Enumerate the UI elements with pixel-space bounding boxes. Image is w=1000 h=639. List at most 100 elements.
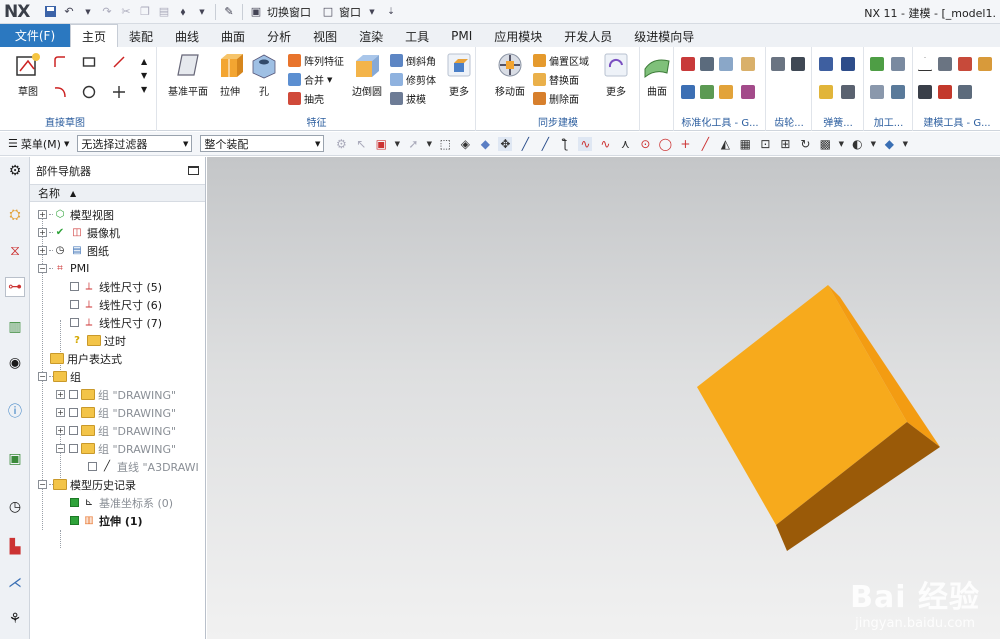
machining-tool-icon[interactable] bbox=[891, 57, 905, 71]
surface-button[interactable]: 曲面 bbox=[643, 51, 671, 98]
profile-icon[interactable] bbox=[53, 55, 67, 69]
collapse-icon[interactable]: − bbox=[38, 264, 47, 273]
tree-node-group-drawing[interactable]: − 组 "DRAWING" bbox=[56, 440, 176, 457]
cut-icon[interactable]: ✂ bbox=[118, 4, 134, 20]
tool-icon[interactable] bbox=[719, 57, 733, 71]
datum-plane-button[interactable]: 基准平面 bbox=[166, 51, 210, 98]
visibility-checkbox[interactable] bbox=[69, 390, 78, 399]
switch-window-icon[interactable]: ▣ bbox=[248, 4, 264, 20]
name-column-header[interactable]: 名称 ▲ bbox=[30, 184, 205, 202]
repeat-command-icon[interactable]: ⬧ bbox=[175, 4, 191, 20]
shell-button[interactable]: 抽壳 bbox=[288, 90, 324, 107]
modeling-tool-icon[interactable] bbox=[938, 57, 952, 71]
machining-tool-icon[interactable] bbox=[870, 85, 884, 99]
touch-mode-icon[interactable]: ✎ bbox=[221, 4, 237, 20]
visibility-checkbox[interactable] bbox=[88, 462, 97, 471]
unite-button[interactable]: 合并 ▼ bbox=[288, 71, 332, 88]
window-icon[interactable]: □ bbox=[320, 4, 336, 20]
tree-node-model-views[interactable]: + ⬡ 模型视图 bbox=[38, 206, 114, 223]
switch-window-button[interactable]: 切换窗口 bbox=[267, 4, 311, 20]
expand-icon[interactable]: + bbox=[56, 408, 65, 417]
pattern-feature-button[interactable]: 阵列特征 bbox=[288, 52, 344, 69]
visibility-checkbox[interactable] bbox=[70, 516, 79, 525]
tree-node-outdated[interactable]: ? 过时 bbox=[70, 332, 126, 349]
visibility-checkbox[interactable] bbox=[69, 444, 78, 453]
customize-icon[interactable]: ⇣ bbox=[383, 4, 399, 20]
dropdown-icon[interactable]: ▼ bbox=[426, 137, 432, 151]
tool-icon[interactable] bbox=[700, 57, 714, 71]
rectangle-select-icon[interactable]: ⬚ bbox=[438, 137, 452, 151]
expand-icon[interactable]: + bbox=[38, 246, 47, 255]
spring-tool-icon[interactable] bbox=[841, 57, 855, 71]
move-face-button[interactable]: 移动面 bbox=[491, 51, 529, 98]
tab-assembly[interactable]: 装配 bbox=[118, 25, 164, 47]
tab-application[interactable]: 应用模块 bbox=[483, 25, 553, 47]
tool-icon[interactable] bbox=[741, 85, 755, 99]
chamfer-button[interactable]: 倒斜角 bbox=[390, 52, 436, 69]
history-icon[interactable]: ▣ bbox=[5, 449, 25, 469]
more-arrows-icon[interactable]: ▲ ▼ ▼ bbox=[141, 55, 147, 97]
tab-view[interactable]: 视图 bbox=[302, 25, 348, 47]
collapse-icon[interactable]: − bbox=[38, 480, 47, 489]
center-point-icon[interactable]: ⊙ bbox=[638, 137, 652, 151]
tree-node-line-a3drawing[interactable]: ╱ 直线 "A3DRAWI bbox=[88, 458, 199, 475]
tree-node-group-drawing[interactable]: + 组 "DRAWING" bbox=[56, 404, 176, 421]
rectangle-icon[interactable] bbox=[82, 55, 96, 69]
tree-node-extrude-1[interactable]: ▥ 拉伸 (1) bbox=[70, 512, 143, 529]
graphics-window[interactable]: Bai 经验 jingyan.baidu.com bbox=[207, 157, 1000, 639]
assembly-navigator-icon[interactable]: ⛭ bbox=[5, 205, 25, 225]
diagonal-icon[interactable]: ╱ bbox=[698, 137, 712, 151]
dropdown-icon[interactable]: ▼ bbox=[902, 137, 908, 151]
expand-icon[interactable]: + bbox=[38, 210, 47, 219]
line-icon[interactable] bbox=[112, 55, 126, 69]
visibility-checkbox[interactable] bbox=[69, 408, 78, 417]
roles-icon[interactable]: ▙ bbox=[5, 537, 25, 557]
collapse-icon[interactable]: − bbox=[56, 444, 65, 453]
replace-face-button[interactable]: 替换面 bbox=[533, 71, 579, 88]
tree-node-group-drawing[interactable]: + 组 "DRAWING" bbox=[56, 386, 176, 403]
spring-tool-icon[interactable] bbox=[819, 85, 833, 99]
paste-icon[interactable]: ▤ bbox=[156, 4, 172, 20]
tab-render[interactable]: 渲染 bbox=[348, 25, 394, 47]
filter-icon[interactable]: ⚙ bbox=[334, 137, 348, 151]
clock-icon[interactable]: ◷ bbox=[5, 497, 25, 517]
visibility-checkbox[interactable] bbox=[70, 282, 79, 291]
redo-icon[interactable]: ↷ bbox=[99, 4, 115, 20]
expand-icon[interactable]: + bbox=[38, 228, 47, 237]
tree-node-linear-dim-6[interactable]: ⟂ 线性尺寸 (6) bbox=[70, 296, 162, 313]
tree-node-model-history[interactable]: − 模型历史记录 bbox=[38, 476, 136, 493]
circle-icon[interactable] bbox=[82, 85, 96, 99]
tab-tools[interactable]: 工具 bbox=[394, 25, 440, 47]
visibility-checkbox[interactable] bbox=[69, 426, 78, 435]
draft-button[interactable]: 拔模 bbox=[390, 90, 426, 107]
tab-developer[interactable]: 开发人员 bbox=[553, 25, 623, 47]
type-filter-dropdown[interactable]: 无选择过滤器 ▼ bbox=[77, 135, 193, 152]
pick-icon[interactable]: ➚ bbox=[406, 137, 420, 151]
dropdown-icon[interactable]: ▼ bbox=[838, 137, 844, 151]
tree-node-linear-dim-7[interactable]: ⟂ 线性尺寸 (7) bbox=[70, 314, 162, 331]
modeling-tool-icon[interactable] bbox=[918, 85, 932, 99]
process-studio-icon[interactable]: ⚘ bbox=[5, 609, 25, 629]
view-cube-icon[interactable]: ◆ bbox=[882, 137, 896, 151]
tree-node-group-drawing[interactable]: + 组 "DRAWING" bbox=[56, 422, 176, 439]
tab-pmi[interactable]: PMI bbox=[440, 25, 483, 47]
line-snap-icon[interactable]: ╱ bbox=[518, 137, 532, 151]
tab-analysis[interactable]: 分析 bbox=[256, 25, 302, 47]
constraint-navigator-icon[interactable]: ⧖ bbox=[5, 241, 25, 261]
system-materials-icon[interactable]: ⋌ bbox=[5, 573, 25, 593]
fit-view-icon[interactable]: ⊡ bbox=[758, 137, 772, 151]
sketch-button[interactable]: 草图 bbox=[8, 51, 48, 98]
tool-icon[interactable] bbox=[681, 85, 695, 99]
extruded-block[interactable] bbox=[207, 157, 1000, 639]
dropdown-icon[interactable]: ▼ bbox=[80, 4, 96, 20]
tab-progressive-die[interactable]: 级进模向导 bbox=[623, 25, 705, 47]
modeling-tool-icon[interactable] bbox=[958, 85, 972, 99]
tree-node-groups[interactable]: − 组 bbox=[38, 368, 81, 385]
tab-curve[interactable]: 曲线 bbox=[164, 25, 210, 47]
spline-snap-icon[interactable]: ƪ bbox=[558, 137, 572, 151]
trim-body-button[interactable]: 修剪体 bbox=[390, 71, 436, 88]
dropdown-icon[interactable]: ▼ bbox=[870, 137, 876, 151]
tool-icon[interactable] bbox=[681, 57, 695, 71]
extrude-button[interactable]: 拉伸 bbox=[214, 51, 246, 98]
tree-node-datum-csys[interactable]: ⊾ 基准坐标系 (0) bbox=[70, 494, 173, 511]
